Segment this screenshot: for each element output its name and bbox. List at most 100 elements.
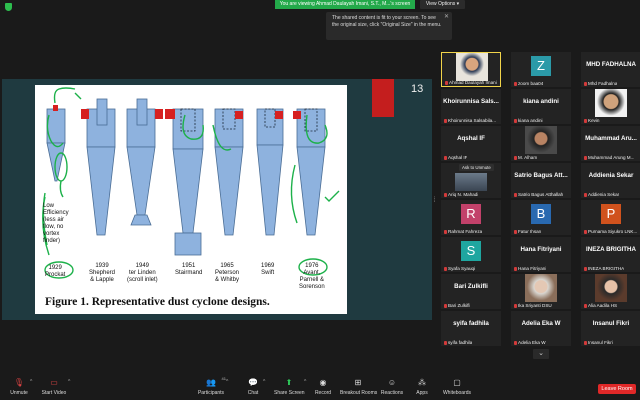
whiteboards-button[interactable]: ▢ Whiteboards <box>442 378 472 398</box>
participant-display-name: Satrio Bagus Att... <box>514 172 568 179</box>
participant-tile[interactable]: Bari Zulkifli Bari Zulkifli <box>441 274 501 309</box>
ask-to-unmute-button[interactable]: Ask to Unmute <box>459 164 494 171</box>
smiley-icon: ☺ <box>387 378 397 387</box>
microphone-muted-icon <box>445 81 448 85</box>
participant-name: syifa fadhila <box>444 340 472 345</box>
apps-button[interactable]: ⁂ Apps <box>414 378 430 398</box>
unmute-button[interactable]: 🎙 Unmute <box>8 378 30 398</box>
participant-display-name: kiana andini <box>523 98 559 105</box>
participant-tile[interactable]: Khoirunnisa Sals... Khoirunnisa Salsabila… <box>441 89 501 124</box>
participant-tile[interactable]: R Rahmat Fahreza <box>441 200 501 235</box>
participant-tile[interactable]: Hana Fitriyani Hana Fitriyani <box>511 237 571 272</box>
share-screen-button[interactable]: ⬆ Share Screen <box>274 378 305 398</box>
avatar: S <box>461 241 481 261</box>
participant-tile[interactable]: Ask to Unmute Ariq N. Mahadi <box>441 163 501 198</box>
chevron-down-icon[interactable]: ⌄ <box>533 349 549 359</box>
microphone-muted-icon <box>514 156 517 160</box>
cyclone-1949 <box>126 98 163 226</box>
participant-tile[interactable]: Zzoom baa04 <box>511 52 571 87</box>
chevron-up-icon[interactable]: ^ <box>226 379 228 385</box>
leave-room-button[interactable]: Leave Room <box>598 384 636 394</box>
microphone-muted-icon <box>444 193 447 197</box>
participant-tile[interactable]: Insanul Fikri Insanul Fikri <box>581 311 640 346</box>
view-options-button[interactable]: View Options ▾ <box>420 0 465 9</box>
microphone-muted-icon <box>514 341 517 345</box>
viewing-banner: You are viewing Ahmad Daulayah Imani, S.… <box>275 0 415 9</box>
record-label: Record <box>314 390 332 396</box>
participant-tile[interactable]: Alia Aadila HS <box>581 274 640 309</box>
participant-tile[interactable]: Ahmad Daulayah Imani <box>441 52 501 87</box>
participant-video <box>456 53 488 81</box>
record-button[interactable]: ◉ Record <box>312 378 334 398</box>
chat-label: Chat <box>247 390 259 396</box>
participant-tile[interactable]: MHD FADHALNA Mhd Fadhalna <box>581 52 640 87</box>
participants-button[interactable]: 👥 41 Participants <box>196 376 226 398</box>
participant-video <box>595 89 627 117</box>
microphone-muted-icon <box>514 267 517 271</box>
chat-button[interactable]: 💬 Chat <box>243 378 263 398</box>
participant-name-label: Mhd Fadhalna <box>588 81 618 86</box>
participant-tile[interactable]: Satrio Bagus Att... Satrio Bagus Atthalla… <box>511 163 571 198</box>
avatar: R <box>461 204 481 224</box>
participant-name: Adelia Eka W <box>514 340 546 345</box>
participant-name: Ika Sriyanti DSU <box>514 303 552 308</box>
participant-display-name: Khoirunnisa Sals... <box>443 98 499 105</box>
participant-name: Hana Fitriyani <box>514 266 546 271</box>
label-1965: 1965 Peterson & Whitby <box>215 263 240 283</box>
microphone-muted-icon <box>584 230 587 234</box>
participant-tile[interactable]: Addienia Sekar Addienia Sekar <box>581 163 640 198</box>
participant-tile[interactable]: S Syafa Syauqi <box>441 237 501 272</box>
view-options-label: View Options <box>425 1 456 7</box>
participant-name-label: Hana Fitriyani <box>518 266 547 271</box>
participant-video <box>455 173 487 191</box>
chevron-up-icon[interactable]: ^ <box>68 379 70 385</box>
microphone-muted-icon <box>584 156 587 160</box>
participant-name: Satrio Bagus Atthallah <box>514 192 563 197</box>
participant-display-name: INEZA BRIGITHA <box>586 246 636 253</box>
participant-name: Bari Zulkifli <box>444 303 470 308</box>
breakout-rooms-button[interactable]: ⊞ Breakout Rooms <box>340 378 377 398</box>
close-icon[interactable]: ✕ <box>444 14 449 21</box>
security-shield-icon[interactable] <box>5 3 12 11</box>
microphone-muted-icon: 🎙 <box>13 378 25 387</box>
participant-name-label: syifa fadhila <box>448 340 473 345</box>
microphone-muted-icon <box>514 304 517 308</box>
share-screen-label: Share Screen <box>274 390 305 396</box>
participant-name-label: Muhammad Arung M... <box>588 155 635 160</box>
participant-name-label: zoom baa04 <box>518 81 544 86</box>
participant-name: Muhammad Arung M... <box>584 155 634 160</box>
reactions-label: Reactions <box>380 390 404 396</box>
participant-name: Rahmat Fahreza <box>444 229 482 234</box>
participant-name-label: Fatur Ihsan <box>518 229 542 234</box>
microphone-muted-icon <box>444 304 447 308</box>
participant-tile[interactable]: Muhammad Aru... Muhammad Arung M... <box>581 126 640 161</box>
participant-tile[interactable]: B Fatur Ihsan <box>511 200 571 235</box>
start-video-label: Start Video <box>41 390 67 396</box>
participant-display-name: Adelia Eka W <box>521 320 561 327</box>
participant-tile[interactable]: Aqshal IF Aqshal IF <box>441 126 501 161</box>
participant-display-name: Aqshal IF <box>457 135 485 142</box>
participant-tile[interactable]: M. Alham <box>511 126 571 161</box>
chevron-up-icon[interactable]: ^ <box>263 379 265 385</box>
participant-tile[interactable]: Kevin <box>581 89 640 124</box>
chevron-up-icon[interactable]: ^ <box>304 379 306 385</box>
participant-tile[interactable]: INEZA BRIGITHA INEZA BRIGITHA <box>581 237 640 272</box>
participant-name-label: Addienia Sekar <box>588 192 620 197</box>
participant-display-name: Bari Zulkifli <box>454 283 488 290</box>
participant-name-label: Ahmad Daulayah Imani <box>449 80 497 85</box>
participant-name: kiana andini <box>514 118 543 123</box>
participant-name-label: Kevin <box>588 118 600 123</box>
apps-icon: ⁂ <box>418 378 426 387</box>
start-video-button[interactable]: ▭ Start Video <box>40 378 68 398</box>
microphone-muted-icon <box>584 82 587 86</box>
splitter-handle-icon[interactable]: ⁞ <box>432 195 437 207</box>
participant-tile[interactable]: syifa fadhila syifa fadhila <box>441 311 501 346</box>
reactions-button[interactable]: ☺ Reactions <box>380 378 404 398</box>
participant-name-label: Rahmat Fahreza <box>448 229 483 234</box>
chevron-up-icon[interactable]: ^ <box>30 379 32 385</box>
participant-tile[interactable]: Adelia Eka W Adelia Eka W <box>511 311 571 346</box>
participant-tile[interactable]: Ika Sriyanti DSU <box>511 274 571 309</box>
participant-tile[interactable]: P Purnama Siyukro LNK... <box>581 200 640 235</box>
cyclone-1976 <box>293 108 326 236</box>
participant-tile[interactable]: kiana andini kiana andini <box>511 89 571 124</box>
